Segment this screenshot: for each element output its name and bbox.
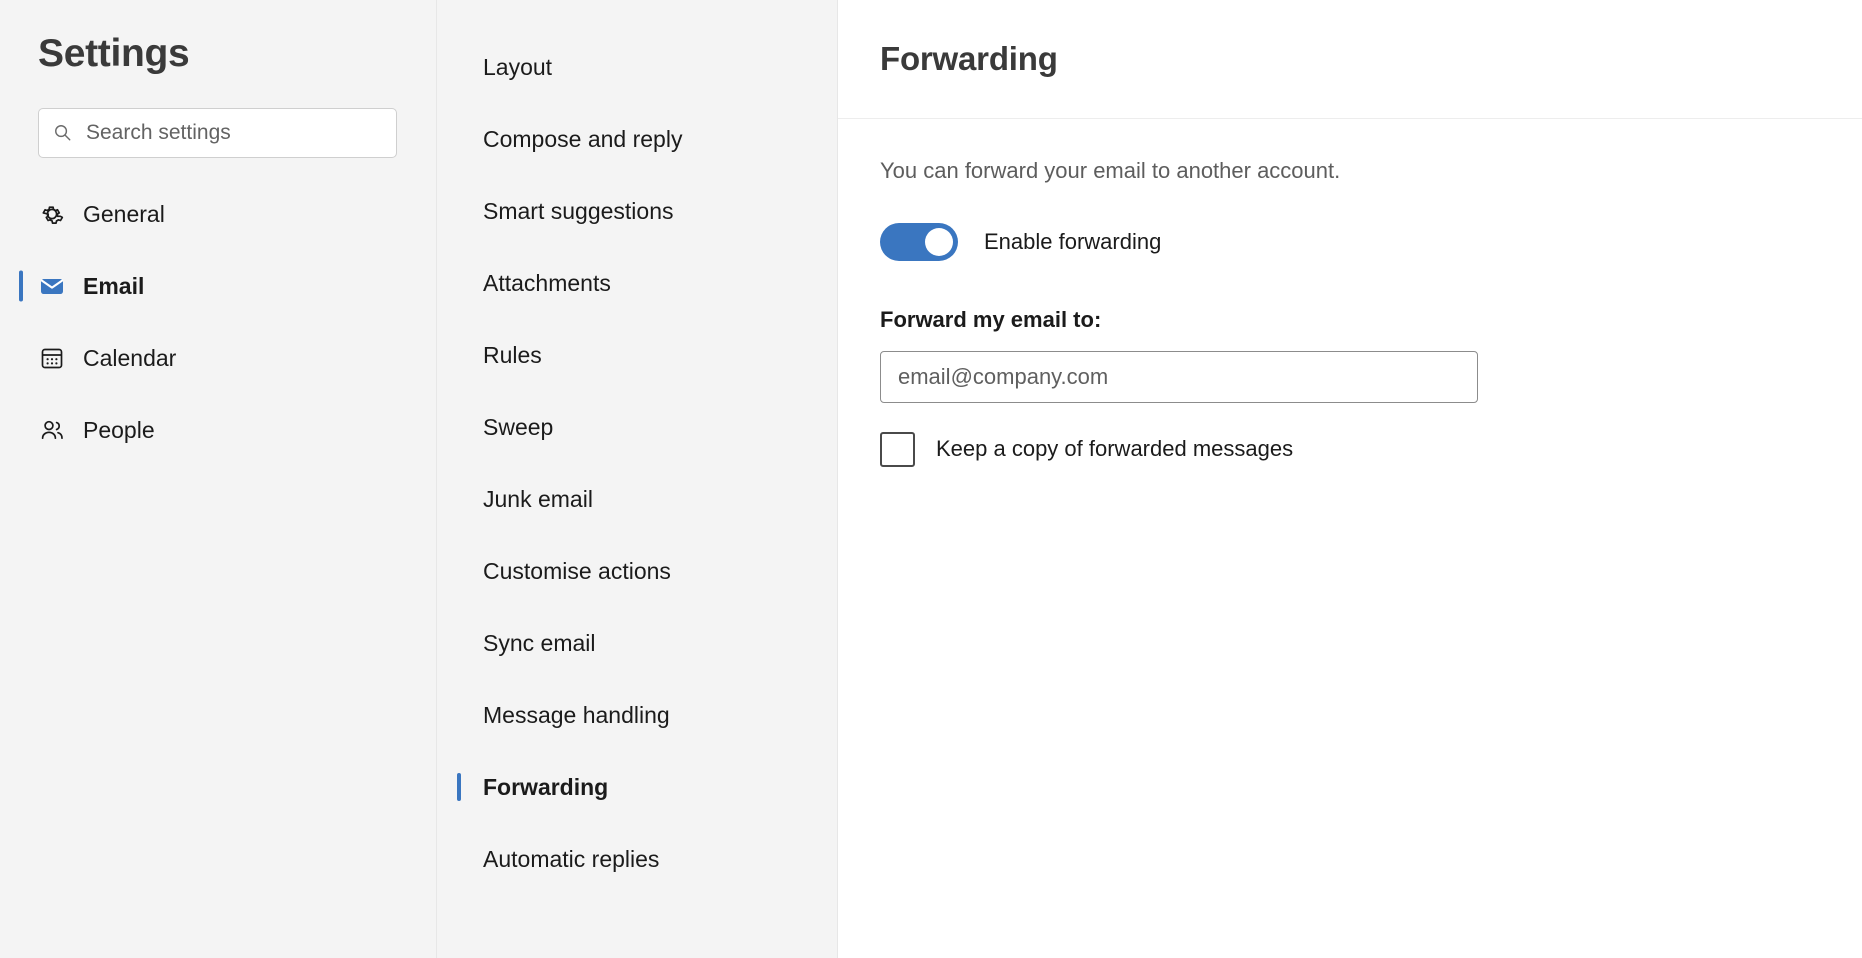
people-icon: [41, 421, 63, 440]
panel-title: Forwarding: [880, 39, 1058, 77]
selection-indicator: [19, 270, 23, 302]
sidebar-item-label: Calendar: [83, 344, 177, 371]
subnav-item-label: Sync email: [483, 629, 596, 656]
subnav-item-smart-suggestions[interactable]: Smart suggestions: [437, 192, 837, 230]
calendar-icon: [41, 348, 63, 369]
gear-icon: [42, 206, 64, 225]
subnav-item-label: Smart suggestions: [483, 197, 674, 224]
subnav-item-label: Compose and reply: [483, 125, 683, 152]
selection-indicator: [19, 415, 23, 446]
subnav-item-label: Junk email: [483, 485, 593, 512]
selection-indicator: [457, 845, 461, 873]
selection-indicator: [457, 701, 461, 729]
selection-indicator: [457, 125, 461, 153]
sidebar-item-calendar[interactable]: Calendar: [0, 334, 436, 383]
selection-indicator: [19, 199, 23, 230]
subnav-item-label: Automatic replies: [483, 845, 660, 872]
selection-indicator: [457, 485, 461, 513]
subnav-item-forwarding[interactable]: Forwarding: [437, 768, 837, 806]
selection-indicator: [457, 197, 461, 225]
enable-forwarding-label: Enable forwarding: [984, 229, 1162, 255]
search-icon: [55, 125, 71, 141]
subnav-item-layout[interactable]: Layout: [437, 48, 837, 86]
selection-indicator: [457, 629, 461, 657]
email-subnav-list: Layout Compose and reply Smart suggestio…: [437, 48, 837, 878]
enable-forwarding-toggle[interactable]: [880, 223, 958, 262]
selection-indicator: [457, 269, 461, 297]
keep-copy-row[interactable]: Keep a copy of forwarded messages: [880, 431, 1820, 467]
enable-forwarding-row: Enable forwarding: [880, 223, 1820, 262]
selection-indicator: [457, 341, 461, 369]
subnav-item-label: Sweep: [483, 413, 554, 440]
panel-body: You can forward your email to another ac…: [838, 119, 1862, 467]
forward-to-label: Forward my email to:: [880, 307, 1102, 333]
sidebar-item-label: People: [83, 416, 155, 443]
panel-description: You can forward your email to another ac…: [880, 158, 1341, 183]
sidebar-item-label: General: [83, 200, 165, 227]
subnav-item-label: Customise actions: [483, 557, 671, 584]
search-input[interactable]: [84, 119, 382, 146]
subnav-item-label: Rules: [483, 341, 542, 368]
subnav-item-rules[interactable]: Rules: [437, 336, 837, 374]
subnav-item-label: Message handling: [483, 701, 670, 728]
sidebar-item-label: Email: [83, 272, 145, 299]
subnav-item-sweep[interactable]: Sweep: [437, 408, 837, 446]
panel-header: Forwarding: [838, 0, 1862, 119]
sidebar-item-people[interactable]: People: [0, 406, 436, 455]
subnav-item-message-handling[interactable]: Message handling: [437, 696, 837, 734]
selection-indicator: [457, 557, 461, 585]
sidebar-nav: General Email Calendar People: [0, 190, 436, 455]
page-title: Settings: [38, 32, 190, 75]
search-settings-box[interactable]: [38, 107, 397, 158]
subnav-item-label: Attachments: [483, 269, 611, 296]
subnav-item-junk-email[interactable]: Junk email: [437, 480, 837, 518]
selection-indicator: [457, 413, 461, 441]
selection-indicator: [19, 343, 23, 374]
toggle-knob: [925, 228, 953, 257]
selection-indicator: [457, 53, 461, 81]
subnav-item-sync-email[interactable]: Sync email: [437, 624, 837, 662]
sidebar-item-email[interactable]: Email: [0, 262, 436, 311]
subnav-item-attachments[interactable]: Attachments: [437, 264, 837, 302]
keep-copy-checkbox[interactable]: [880, 431, 915, 467]
selection-indicator: [457, 773, 461, 801]
subnav-item-customise-actions[interactable]: Customise actions: [437, 552, 837, 590]
settings-sidebar: Settings General: [0, 0, 437, 958]
sidebar-item-general[interactable]: General: [0, 190, 436, 239]
forwarding-panel: Forwarding You can forward your email to…: [838, 0, 1862, 958]
keep-copy-label: Keep a copy of forwarded messages: [936, 436, 1294, 462]
subnav-item-label: Forwarding: [483, 773, 609, 800]
subnav-item-compose-and-reply[interactable]: Compose and reply: [437, 120, 837, 158]
settings-window: Settings General: [0, 0, 1862, 958]
envelope-icon: [40, 279, 64, 295]
email-subnav: Layout Compose and reply Smart suggestio…: [437, 0, 838, 958]
forward-to-input[interactable]: [880, 350, 1478, 403]
subnav-item-automatic-replies[interactable]: Automatic replies: [437, 840, 837, 878]
subnav-item-label: Layout: [483, 53, 553, 80]
